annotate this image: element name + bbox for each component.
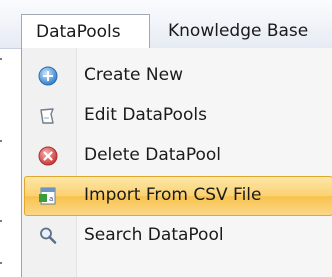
menu-item-label: Edit DataPools [84,105,207,125]
menu-tab-datapools[interactable]: DataPools [21,14,150,49]
edit-icon [38,106,58,126]
svg-text:a: a [49,195,53,203]
menu-item-label: Create New [84,65,183,85]
menu-item-create-new[interactable]: Create New [24,56,332,96]
menu-item-delete-datapool[interactable]: Delete DataPool [24,136,332,176]
menu-item-import-csv[interactable]: a Import From CSV File [24,176,332,216]
search-icon [38,226,58,246]
menu-item-label: Search DataPool [84,225,224,245]
menu-item-edit-datapools[interactable]: Edit DataPools [24,96,332,136]
import-csv-icon: a [38,186,58,206]
menu-item-label: Delete DataPool [84,145,222,165]
create-new-icon [38,66,58,86]
menu-bar: DataPools Knowledge Base [0,0,332,49]
datapools-dropdown-menu: Create New Edit DataPools Delete DataPoo… [21,48,332,277]
menu-item-search-datapool[interactable]: Search DataPool [24,216,332,256]
delete-icon [38,146,58,166]
menu-item-label: Import From CSV File [84,185,262,205]
divider [0,48,2,277]
menu-tab-knowledge-base[interactable]: Knowledge Base [152,14,332,48]
